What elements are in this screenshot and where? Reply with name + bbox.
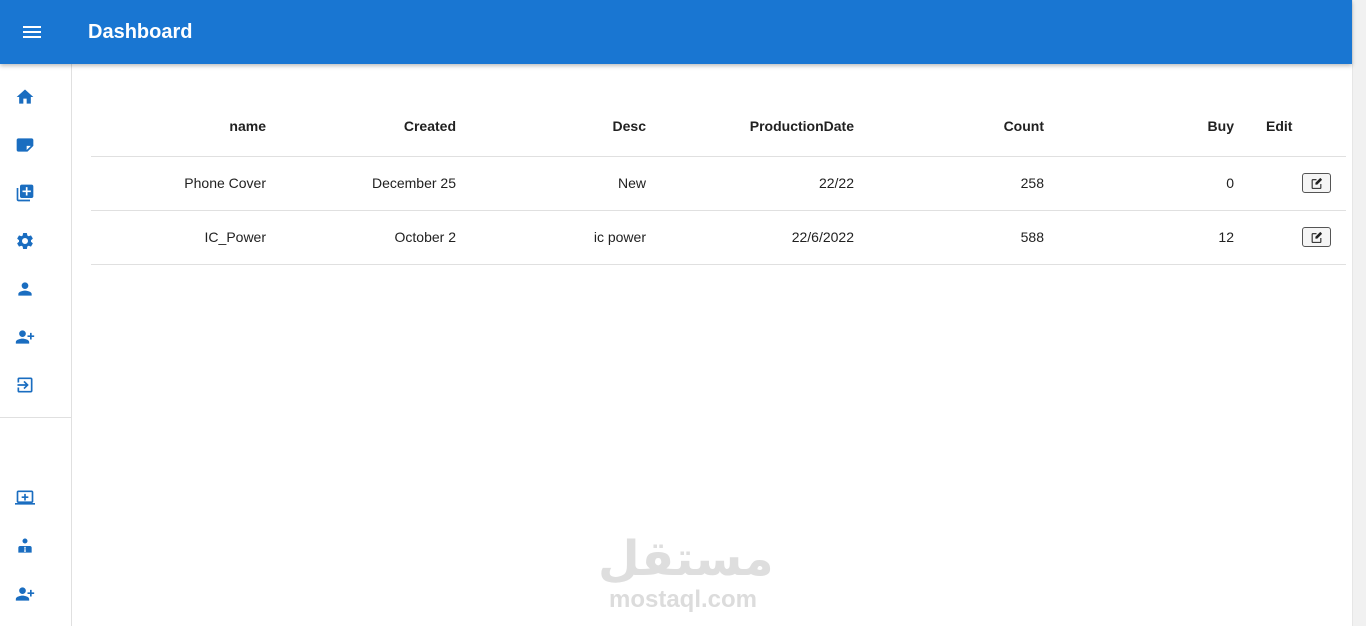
menu-button[interactable]	[16, 16, 48, 48]
home-icon	[16, 89, 34, 104]
logout-icon	[17, 377, 33, 393]
cell-edit	[1234, 210, 1346, 265]
sidebar-item-settings[interactable]	[0, 221, 71, 261]
sidebar-item-add-user[interactable]	[0, 317, 71, 357]
cell-created: October 2	[266, 210, 456, 265]
cell-desc: ic power	[456, 210, 646, 265]
watermark-arabic: مستقل	[598, 533, 774, 586]
group-icon	[18, 538, 32, 553]
column-header-edit: Edit	[1234, 96, 1346, 157]
sidebar-item-add-device[interactable]	[0, 478, 71, 518]
sidebar-divider	[0, 417, 71, 418]
column-header-created[interactable]: Created	[266, 96, 456, 157]
products-table-container: name Created Desc ProductionDate Count B…	[91, 96, 1346, 265]
cell-production-date: 22/22	[646, 156, 854, 211]
person-icon	[18, 282, 32, 296]
cell-production-date: 22/6/2022	[646, 210, 854, 265]
edit-icon	[1311, 231, 1322, 243]
edit-icon	[1311, 177, 1322, 189]
sidebar-item-add-library[interactable]	[0, 173, 71, 213]
column-header-buy[interactable]: Buy	[1044, 96, 1234, 157]
sidebar-item-notes[interactable]	[0, 125, 71, 165]
sidebar-item-home[interactable]	[0, 77, 71, 117]
gear-icon	[17, 232, 33, 249]
page-title: Dashboard	[88, 21, 193, 43]
edit-button[interactable]	[1302, 173, 1331, 193]
column-header-desc[interactable]: Desc	[456, 96, 646, 157]
table-row: IC_Power October 2 ic power 22/6/2022 58…	[91, 210, 1346, 265]
person-add-icon	[15, 330, 35, 344]
column-header-production-date[interactable]: ProductionDate	[646, 96, 854, 157]
cell-name: IC_Power	[91, 210, 266, 265]
products-table: name Created Desc ProductionDate Count B…	[91, 96, 1346, 265]
watermark-latin: mostaql.com	[608, 586, 758, 613]
sidebar	[0, 64, 72, 626]
table-header-row: name Created Desc ProductionDate Count B…	[91, 96, 1346, 157]
sidebar-item-profile[interactable]	[0, 269, 71, 309]
table-row: Phone Cover December 25 New 22/22 258 0	[91, 156, 1346, 211]
cell-desc: New	[456, 156, 646, 211]
sidebar-item-add-member[interactable]	[0, 574, 71, 614]
app-bar: Dashboard	[0, 0, 1352, 64]
cell-count: 258	[854, 156, 1044, 211]
library-add-icon	[16, 184, 34, 202]
menu-icon	[23, 26, 41, 38]
cell-created: December 25	[266, 156, 456, 211]
column-header-count[interactable]: Count	[854, 96, 1044, 157]
laptop-add-icon	[15, 490, 35, 505]
scrollbar[interactable]	[1352, 0, 1366, 626]
sidebar-item-team[interactable]	[0, 526, 71, 566]
person-add-icon	[15, 587, 35, 601]
column-header-name[interactable]: name	[91, 96, 266, 157]
edit-button[interactable]	[1302, 227, 1331, 247]
cell-count: 588	[854, 210, 1044, 265]
watermark: مستقل mostaql.com	[598, 533, 774, 618]
note-icon	[16, 138, 34, 152]
sidebar-item-logout[interactable]	[0, 365, 71, 405]
cell-buy: 0	[1044, 156, 1234, 211]
cell-buy: 12	[1044, 210, 1234, 265]
cell-name: Phone Cover	[91, 156, 266, 211]
cell-edit	[1234, 156, 1346, 211]
